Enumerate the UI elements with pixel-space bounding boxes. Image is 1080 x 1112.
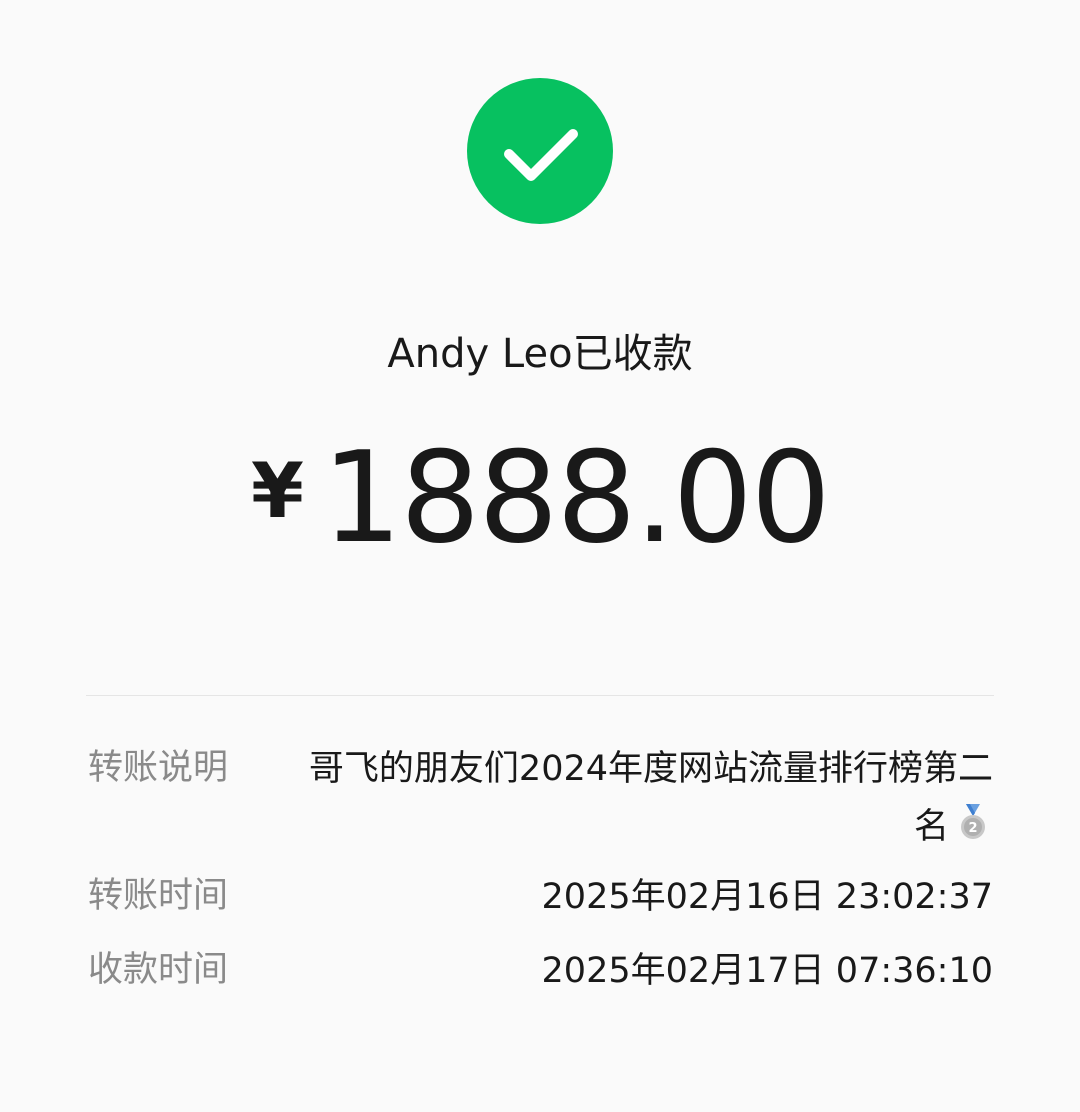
send-time-value: 2025年02月16日 23:02:37 (541, 877, 993, 917)
second-place-medal-icon: 2 (961, 804, 985, 839)
receive-time-value: 2025年02月17日 07:36:10 (541, 951, 993, 991)
amount-value: 1888.00 (321, 424, 831, 571)
receiver-status-text: Andy Leo已收款 (387, 331, 693, 377)
description-value-container: 哥飞的朋友们2024年度网站流量排行榜第二名 2 (293, 740, 993, 856)
success-check-icon (467, 78, 613, 224)
send-time-label: 转账时间 (88, 876, 229, 916)
divider (86, 695, 994, 696)
description-label: 转账说明 (88, 748, 229, 788)
svg-text:2: 2 (968, 821, 977, 836)
receive-time-label: 收款时间 (88, 950, 229, 990)
currency-symbol: ¥ (251, 446, 304, 535)
description-value: 哥飞的朋友们2024年度网站流量排行榜第二名 (308, 749, 993, 847)
amount-display: ¥1888.00 (0, 428, 1080, 568)
checkmark-icon (504, 129, 578, 181)
